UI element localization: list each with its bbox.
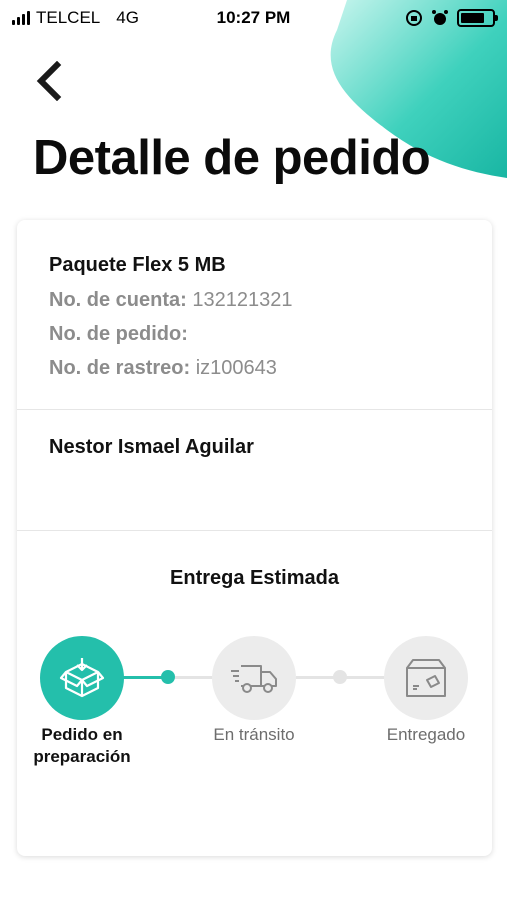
- order-detail-card: Paquete Flex 5 MB No. de cuenta: 1321213…: [17, 220, 492, 856]
- progress-dot-inactive: [333, 670, 347, 684]
- order-info-section: Paquete Flex 5 MB No. de cuenta: 1321213…: [17, 220, 492, 410]
- delivery-section: Entrega Estimada Pedido en preparación E…: [17, 531, 492, 855]
- order-number-label: No. de pedido:: [49, 323, 188, 345]
- product-name: Paquete Flex 5 MB: [49, 254, 226, 276]
- progress-dot-active: [161, 670, 175, 684]
- network-type: 4G: [116, 8, 139, 27]
- step-label-delivered: Entregado: [386, 725, 466, 744]
- step-preparation: [40, 636, 124, 720]
- step-delivered: [384, 636, 468, 720]
- status-right: [405, 9, 498, 27]
- chevron-left-icon: [36, 61, 62, 101]
- signal-icon: [12, 11, 30, 25]
- status-bar: TELCEL 4G 10:27 PM: [0, 0, 507, 36]
- customer-name: Nestor Ismael Aguilar: [49, 436, 254, 458]
- progress-line-inactive: [175, 676, 213, 679]
- carrier-name: TELCEL: [36, 8, 101, 27]
- package-delivered-icon: [406, 659, 446, 697]
- truck-icon: [231, 665, 277, 693]
- back-button[interactable]: [28, 58, 68, 104]
- page-title: Detalle de pedido: [33, 131, 431, 185]
- battery-icon: [457, 9, 498, 27]
- account-value: 132121321: [192, 289, 293, 311]
- account-label: No. de cuenta:: [49, 289, 187, 311]
- alarm-icon: [432, 10, 448, 25]
- customer-section: Nestor Ismael Aguilar: [17, 410, 492, 531]
- tracking-label: No. de rastreo:: [49, 357, 191, 379]
- tracking-row: No. de rastreo: iz100643: [49, 357, 460, 380]
- step-in-transit: [212, 636, 296, 720]
- delivery-title: Entrega Estimada: [170, 567, 339, 589]
- box-icon: [59, 658, 105, 698]
- account-row: No. de cuenta: 132121321: [49, 289, 460, 312]
- rotation-lock-icon: [406, 10, 422, 26]
- tracking-value: iz100643: [195, 357, 277, 379]
- order-number-row: No. de pedido:: [49, 323, 460, 346]
- step-label-preparation: Pedido en preparación: [33, 725, 131, 766]
- status-left: TELCEL 4G: [12, 8, 139, 28]
- step-label-in-transit: En tránsito: [213, 725, 295, 744]
